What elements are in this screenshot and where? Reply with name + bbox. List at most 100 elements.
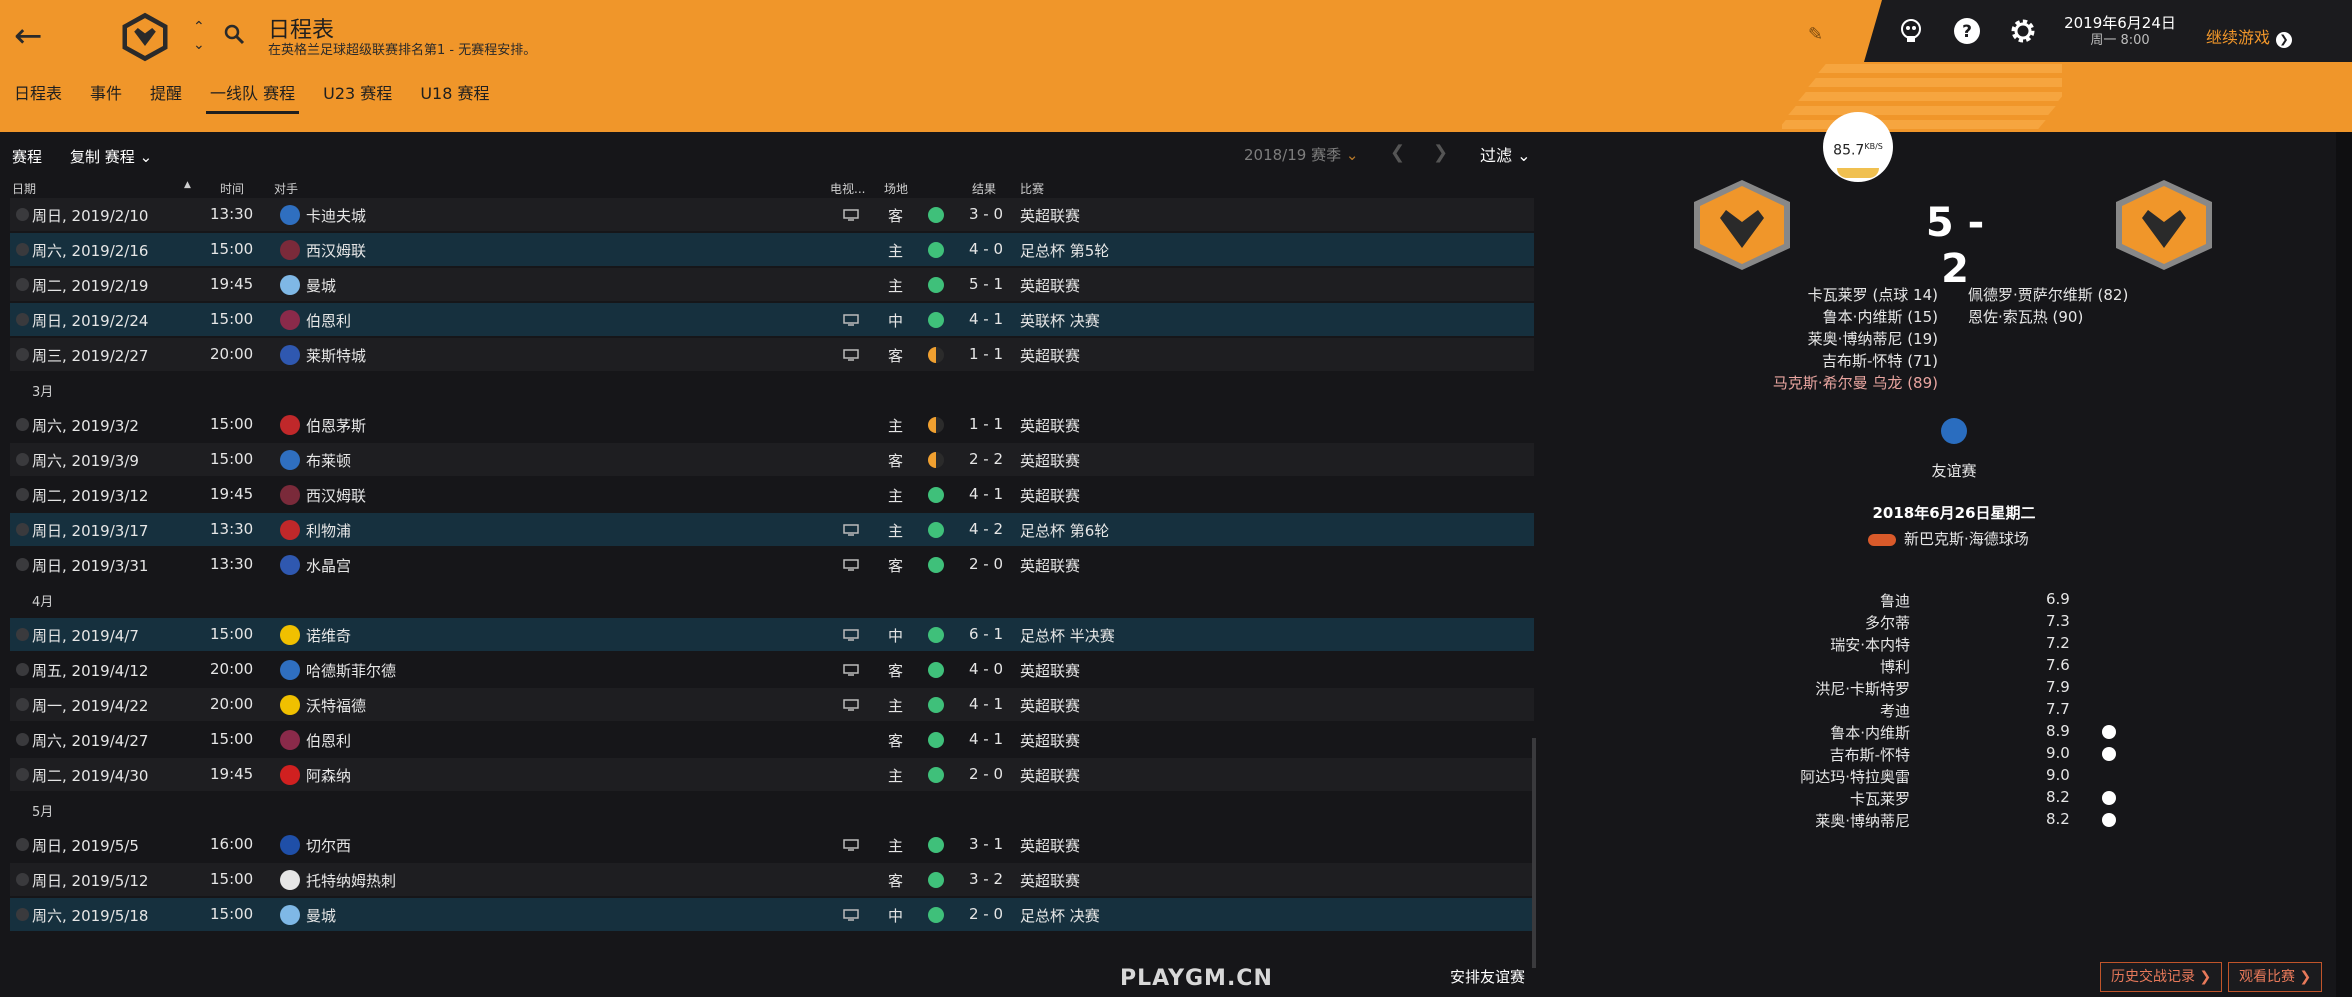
fixture-score[interactable]: 2 - 0 [969,555,1003,573]
fixture-row[interactable]: 周日, 2019/3/31 13:30 水晶宫 客 2 - 0 英超联赛 [10,548,1534,581]
player-name[interactable]: 多尔蒂 [1865,612,1910,633]
tab-events[interactable]: 事件 [76,82,136,118]
player-name[interactable]: 鲁本·内维斯 [1830,722,1910,743]
fixture-score[interactable]: 2 - 0 [969,905,1003,923]
player-name[interactable]: 吉布斯-怀特 [1830,744,1910,765]
arrange-friendly-button[interactable]: 安排友谊赛 [1450,966,1525,987]
fixture-score[interactable]: 4 - 1 [969,485,1003,503]
player-name[interactable]: 考迪 [1880,700,1910,721]
fixture-score[interactable]: 1 - 1 [969,345,1003,363]
opponent-name[interactable]: 诺维奇 [306,625,351,646]
fixture-competition[interactable]: 英联杯 决赛 [1020,310,1100,331]
club-switch-arrows-icon[interactable]: ⌃ ⌄ [193,18,205,54]
opponent-name[interactable]: 西汉姆联 [306,485,366,506]
player-name[interactable]: 阿达玛·特拉奥雷 [1800,766,1910,787]
fixture-competition[interactable]: 英超联赛 [1020,765,1080,786]
opponent-name[interactable]: 利物浦 [306,520,351,541]
fixture-competition[interactable]: 英超联赛 [1020,345,1080,366]
opponent-name[interactable]: 伯恩利 [306,310,351,331]
fixture-score[interactable]: 2 - 0 [969,765,1003,783]
fixture-row[interactable]: 周日, 2019/5/12 15:00 托特纳姆热刺 客 3 - 2 英超联赛 [10,863,1534,896]
fixture-row[interactable]: 周六, 2019/4/27 15:00 伯恩利 客 4 - 1 英超联赛 [10,723,1534,756]
opponent-name[interactable]: 曼城 [306,275,336,296]
opponent-name[interactable]: 伯恩利 [306,730,351,751]
rating-row[interactable]: 莱奥·博纳蒂尼 8.2 [1815,810,2140,832]
fixture-score[interactable]: 4 - 2 [969,520,1003,538]
fixture-competition[interactable]: 足总杯 决赛 [1020,905,1100,926]
fixture-row[interactable]: 周六, 2019/3/9 15:00 布莱顿 客 2 - 2 英超联赛 [10,443,1534,476]
fixture-score[interactable]: 4 - 0 [969,240,1003,258]
fixture-score[interactable]: 2 - 2 [969,450,1003,468]
season-selector[interactable]: 2018/19 赛季 ⌄ [1244,144,1358,165]
sort-asc-icon[interactable]: ▲ [184,180,191,190]
fixture-row[interactable]: 周二, 2019/3/12 19:45 西汉姆联 主 4 - 1 英超联赛 [10,478,1534,511]
opponent-name[interactable]: 伯恩茅斯 [306,415,366,436]
fixture-row[interactable]: 周日, 2019/2/10 13:30 卡迪夫城 客 3 - 0 英超联赛 [10,198,1534,231]
fixture-row[interactable]: 周三, 2019/2/27 20:00 莱斯特城 客 1 - 1 英超联赛 [10,338,1534,371]
opponent-name[interactable]: 沃特福德 [306,695,366,716]
player-name[interactable]: 鲁迪 [1880,590,1910,611]
rating-row[interactable]: 洪尼·卡斯特罗 7.9 [1815,678,2140,700]
edit-pencil-icon[interactable]: ✎ [1808,24,1823,45]
fixture-row[interactable]: 周六, 2019/5/18 15:00 曼城 中 2 - 0 足总杯 决赛 [10,898,1534,931]
watch-match-button[interactable]: 观看比赛 ❯ [2228,962,2323,992]
copy-fixtures-dropdown[interactable]: 复制 赛程 ⌄ [70,146,152,167]
fixture-competition[interactable]: 足总杯 第5轮 [1020,240,1109,261]
rating-row[interactable]: 博利 7.6 [1840,656,2140,678]
fixture-score[interactable]: 3 - 1 [969,835,1003,853]
home-crest-icon[interactable] [1690,178,1794,272]
fixture-row[interactable]: 周日, 2019/5/5 16:00 切尔西 主 3 - 1 英超联赛 [10,828,1534,861]
fixture-competition[interactable]: 英超联赛 [1020,415,1080,436]
player-name[interactable]: 莱奥·博纳蒂尼 [1815,810,1910,831]
player-name[interactable]: 洪尼·卡斯特罗 [1815,678,1910,699]
opponent-name[interactable]: 曼城 [306,905,336,926]
history-button[interactable]: 历史交战记录 ❯ [2100,962,2223,992]
fixture-row[interactable]: 周日, 2019/2/24 15:00 伯恩利 中 4 - 1 英联杯 决赛 [10,303,1534,336]
tab-u18-fixtures[interactable]: U18 赛程 [406,82,503,118]
fixture-competition[interactable]: 英超联赛 [1020,555,1080,576]
opponent-name[interactable]: 西汉姆联 [306,240,366,261]
opponent-name[interactable]: 卡迪夫城 [306,205,366,226]
rating-row[interactable]: 多尔蒂 7.3 [1840,612,2140,634]
fixture-competition[interactable]: 英超联赛 [1020,870,1080,891]
fixture-competition[interactable]: 足总杯 半决赛 [1020,625,1115,646]
opponent-name[interactable]: 布莱顿 [306,450,351,471]
help-icon[interactable]: ? [1952,16,1982,46]
next-season-icon[interactable]: ❯ [1433,142,1448,163]
fixture-row[interactable]: 周五, 2019/4/12 20:00 哈德斯菲尔德 客 4 - 0 英超联赛 [10,653,1534,686]
opponent-name[interactable]: 切尔西 [306,835,351,856]
rating-row[interactable]: 鲁迪 6.9 [1840,590,2140,612]
fixture-competition[interactable]: 英超联赛 [1020,450,1080,471]
fm-icon[interactable] [1896,16,1926,46]
opponent-name[interactable]: 阿森纳 [306,765,351,786]
col-opponent[interactable]: 对手 [274,180,298,197]
prev-season-icon[interactable]: ❮ [1390,142,1405,163]
fixture-row[interactable]: 周六, 2019/3/2 15:00 伯恩茅斯 主 1 - 1 英超联赛 [10,408,1534,441]
fixture-competition[interactable]: 英超联赛 [1020,695,1080,716]
fixture-competition[interactable]: 英超联赛 [1020,205,1080,226]
fixture-row[interactable]: 周日, 2019/4/7 15:00 诺维奇 中 6 - 1 足总杯 半决赛 [10,618,1534,651]
tab-u23-fixtures[interactable]: U23 赛程 [309,82,406,118]
fixture-score[interactable]: 4 - 0 [969,660,1003,678]
fixture-score[interactable]: 6 - 1 [969,625,1003,643]
club-crest-icon[interactable] [118,10,172,64]
tab-reminders[interactable]: 提醒 [136,82,196,118]
opponent-name[interactable]: 托特纳姆热刺 [306,870,396,891]
fixture-score[interactable]: 5 - 1 [969,275,1003,293]
col-date[interactable]: 日期 [12,180,36,197]
fixture-competition[interactable]: 足总杯 第6轮 [1020,520,1109,541]
fixture-competition[interactable]: 英超联赛 [1020,485,1080,506]
tab-first-team-fixtures[interactable]: 一线队 赛程 [196,82,309,118]
fixture-score[interactable]: 4 - 1 [969,730,1003,748]
col-result[interactable]: 结果 [972,180,996,197]
rating-row[interactable]: 鲁本·内维斯 8.9 [1830,722,2140,744]
fixture-row[interactable]: 周六, 2019/2/16 15:00 西汉姆联 主 4 - 0 足总杯 第5轮 [10,233,1534,266]
rating-row[interactable]: 阿达玛·特拉奥雷 9.0 [1800,766,2140,788]
player-name[interactable]: 瑞安·本内特 [1830,634,1910,655]
scrollbar[interactable] [1532,738,1536,968]
fixture-score[interactable]: 3 - 0 [969,205,1003,223]
settings-icon[interactable] [2008,16,2038,46]
rating-row[interactable]: 考迪 7.7 [1840,700,2140,722]
col-tv[interactable]: 电视... [830,180,865,197]
tab-schedule[interactable]: 日程表 [0,82,76,118]
